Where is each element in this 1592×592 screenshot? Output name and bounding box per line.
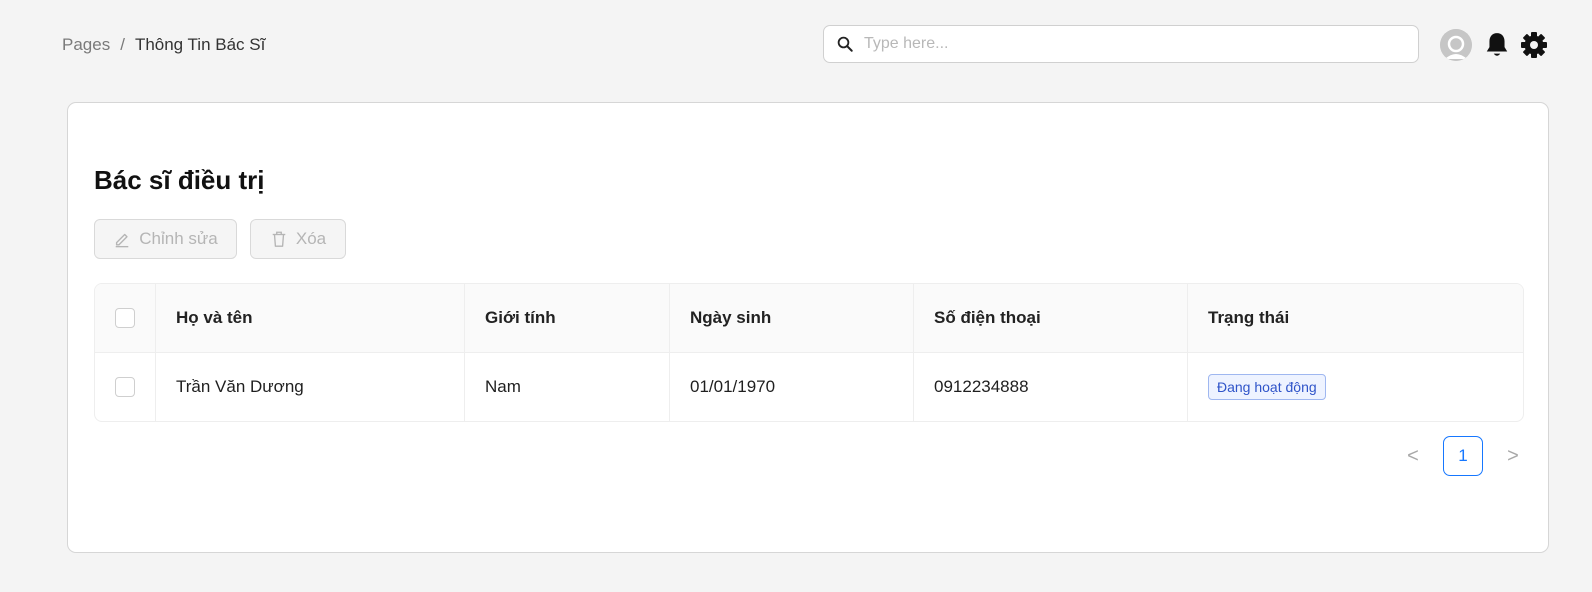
chevron-left-icon[interactable]: < — [1393, 436, 1433, 476]
search-box[interactable] — [823, 25, 1419, 63]
page-button-1[interactable]: 1 — [1443, 436, 1483, 476]
doctor-table: Họ và tên Giới tính Ngày sinh Số điện th… — [94, 283, 1524, 422]
select-all-checkbox[interactable] — [115, 308, 135, 328]
breadcrumb-root[interactable]: Pages — [62, 35, 110, 55]
breadcrumb-current: Thông Tin Bác Sĩ — [134, 35, 266, 54]
trash-icon — [272, 231, 286, 247]
search-input[interactable] — [862, 34, 1386, 54]
search-icon — [837, 36, 853, 52]
column-header-status[interactable]: Trạng thái — [1188, 284, 1523, 352]
cell-gender: Nam — [465, 353, 670, 421]
gear-icon[interactable] — [1520, 31, 1548, 59]
cell-phone: 0912234888 — [914, 353, 1188, 421]
column-header-dob[interactable]: Ngày sinh — [670, 284, 914, 352]
column-header-gender[interactable]: Giới tính — [465, 284, 670, 352]
edit-button-label: Chỉnh sửa — [139, 229, 218, 248]
doctor-card: Bác sĩ điều trị Chỉnh sửa Xóa Họ và tên … — [67, 102, 1549, 553]
column-header-name[interactable]: Họ và tên — [156, 284, 465, 352]
row-checkbox-cell — [95, 353, 156, 421]
edit-button[interactable]: Chỉnh sửa — [94, 219, 237, 259]
table-header-row: Họ và tên Giới tính Ngày sinh Số điện th… — [95, 284, 1523, 353]
status-badge: Đang hoạt động — [1208, 374, 1326, 400]
row-checkbox[interactable] — [115, 377, 135, 397]
card-title: Bác sĩ điều trị — [94, 165, 265, 195]
cell-dob: 01/01/1970 — [670, 353, 914, 421]
bell-icon[interactable] — [1484, 31, 1510, 59]
avatar-icon[interactable] — [1440, 29, 1472, 61]
pencil-icon — [115, 233, 129, 248]
cell-name: Trần Văn Dương — [156, 353, 465, 421]
breadcrumb: Pages / Thông Tin Bác Sĩ — [62, 34, 265, 56]
delete-button[interactable]: Xóa — [250, 219, 346, 259]
cell-status: Đang hoạt động — [1188, 353, 1523, 421]
pagination: < 1 > — [1393, 436, 1533, 476]
header-checkbox-cell — [95, 284, 156, 352]
breadcrumb-separator: / — [120, 35, 125, 54]
table-row[interactable]: Trần Văn Dương Nam 01/01/1970 0912234888… — [95, 353, 1523, 421]
column-header-phone[interactable]: Số điện thoại — [914, 284, 1188, 352]
chevron-right-icon[interactable]: > — [1493, 436, 1533, 476]
delete-button-label: Xóa — [295, 229, 327, 248]
